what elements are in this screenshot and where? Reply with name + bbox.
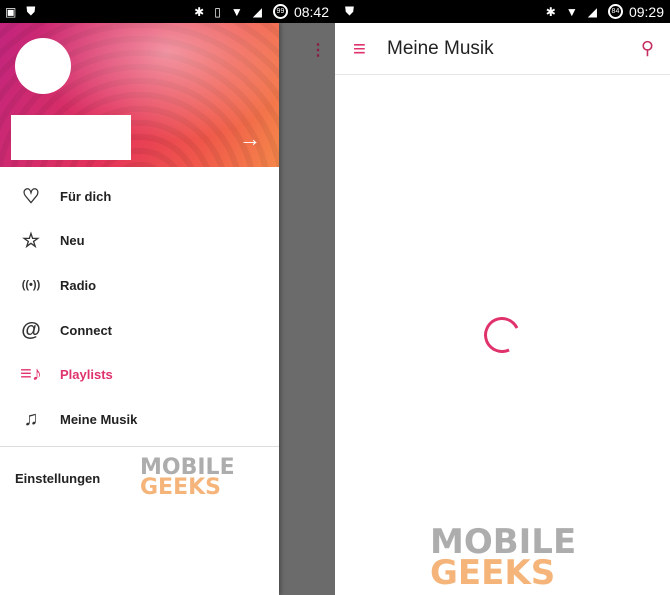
radio-icon: ((•)) bbox=[21, 279, 41, 292]
page-title: Meine Musik bbox=[387, 37, 494, 59]
signal-icon: ◢ bbox=[252, 4, 262, 19]
drawer-item-neu[interactable]: ☆ Neu bbox=[0, 219, 279, 264]
left-screen: ▣ ⛊ ✱ ▯ ▼ ◢ 99 08:42 ⋮ → ♡ Für dich ☆ Neu ((… bbox=[0, 0, 335, 595]
status-bar: ⛊ ✱ ▼ ◢ 84 09:29 bbox=[335, 0, 670, 23]
drawer-item-label: Playlists bbox=[60, 367, 113, 383]
playlist-icon: ≡♪ bbox=[20, 363, 42, 386]
navigation-drawer: → ♡ Für dich ☆ Neu ((•)) Radio @ Connect ≡♪ Playl… bbox=[0, 23, 279, 595]
watermark-logo: MOBILE GEEKS bbox=[140, 455, 235, 500]
heart-icon: ♡ bbox=[22, 185, 40, 208]
drawer-item-für-dich[interactable]: ♡ Für dich bbox=[0, 174, 279, 219]
shield-icon: ⛊ bbox=[345, 4, 355, 18]
account-name-box bbox=[11, 115, 131, 160]
signal-icon: ◢ bbox=[587, 4, 597, 19]
vibrate-icon: ▯ bbox=[214, 4, 221, 19]
wifi-icon: ▼ bbox=[565, 4, 578, 19]
bluetooth-icon: ✱ bbox=[545, 4, 556, 19]
drawer-item-label: Für dich bbox=[60, 188, 112, 204]
hamburger-menu-icon[interactable]: ≡ bbox=[353, 36, 371, 62]
drawer-item-connect[interactable]: @ Connect bbox=[0, 308, 279, 353]
drawer-item-label: Radio bbox=[60, 277, 97, 293]
right-screen: ⛊ ✱ ▼ ◢ 84 09:29 ≡ Meine Musik ⚲ MOBILE G… bbox=[335, 0, 670, 595]
drawer-item-radio[interactable]: ((•)) Radio bbox=[0, 263, 279, 308]
search-icon[interactable]: ⚲ bbox=[641, 38, 654, 59]
battery-icon: 84 bbox=[607, 4, 623, 19]
more-icon[interactable]: ⋮ bbox=[310, 40, 326, 60]
drawer-item-label: Meine Musik bbox=[60, 411, 138, 427]
arrow-right-icon[interactable]: → bbox=[239, 126, 261, 152]
image-icon: ▣ bbox=[5, 4, 17, 19]
shield-icon: ⛊ bbox=[26, 4, 36, 18]
at-icon: @ bbox=[21, 318, 41, 341]
star-icon: ☆ bbox=[22, 230, 40, 253]
drawer-header: → bbox=[0, 23, 279, 167]
drawer-item-label: Connect bbox=[60, 322, 112, 338]
clock: 08:42 bbox=[293, 3, 329, 20]
battery-icon: 99 bbox=[272, 4, 288, 19]
bluetooth-icon: ✱ bbox=[194, 4, 205, 19]
app-bar: ≡ Meine Musik ⚲ bbox=[335, 23, 670, 75]
watermark-logo: MOBILE GEEKS bbox=[430, 522, 577, 593]
music-note-icon: ♫ bbox=[23, 407, 39, 430]
avatar[interactable] bbox=[15, 38, 71, 94]
drawer-item-label: Neu bbox=[60, 233, 85, 249]
drawer-item-playlists[interactable]: ≡♪ Playlists bbox=[0, 352, 279, 397]
drawer-item-meine-musik[interactable]: ♫ Meine Musik bbox=[0, 397, 279, 442]
clock: 09:29 bbox=[628, 3, 664, 20]
loading-spinner bbox=[478, 311, 526, 359]
wifi-icon: ▼ bbox=[230, 4, 243, 19]
status-bar: ▣ ⛊ ✱ ▯ ▼ ◢ 99 08:42 bbox=[0, 0, 335, 23]
